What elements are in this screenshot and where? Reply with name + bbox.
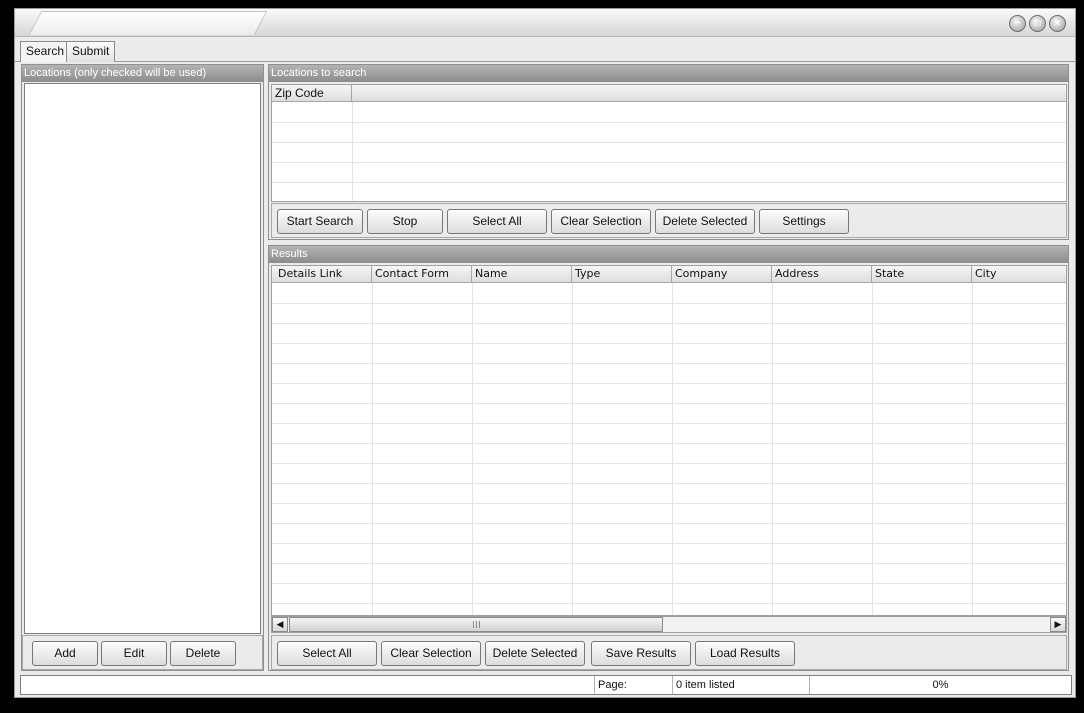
add-button[interactable]: Add: [32, 641, 98, 666]
status-item-count: 0 item listed: [672, 676, 809, 694]
results-table-header: Details Link Contact Form Name Type Comp…: [272, 266, 1066, 283]
settings-button[interactable]: Settings: [759, 209, 849, 234]
column-header-contact-form[interactable]: Contact Form: [372, 266, 472, 283]
row-divider: [272, 343, 1066, 344]
column-divider: [352, 102, 353, 201]
status-progress: 0%: [809, 676, 1071, 694]
clear-selection-button[interactable]: Clear Selection: [551, 209, 651, 234]
row-divider: [272, 503, 1066, 504]
column-header-empty[interactable]: [352, 85, 1066, 102]
scrollbar-grip: [479, 621, 480, 628]
tab-submit[interactable]: Submit: [66, 41, 116, 62]
status-bar: Page: 0 item listed 0%: [20, 675, 1072, 695]
column-header-state[interactable]: State: [872, 266, 972, 283]
app-window: − □ × Search Submit Locations (only chec…: [14, 8, 1076, 698]
scroll-right-icon: ▶: [1054, 619, 1062, 629]
locations-to-search-panel: Locations to search Zip Code Start Searc…: [268, 64, 1069, 240]
close-icon: ×: [1054, 17, 1061, 29]
results-select-all-button[interactable]: Select All: [277, 641, 377, 666]
row-divider: [272, 403, 1066, 404]
row-divider: [272, 303, 1066, 304]
row-divider: [272, 543, 1066, 544]
locations-to-search-title: Locations to search: [269, 65, 1068, 82]
results-table[interactable]: Details Link Contact Form Name Type Comp…: [271, 265, 1067, 616]
delete-button[interactable]: Delete: [170, 641, 236, 666]
window-title-tab: [28, 11, 268, 35]
row-divider: [272, 383, 1066, 384]
load-results-button[interactable]: Load Results: [695, 641, 795, 666]
row-divider: [272, 463, 1066, 464]
status-page-label: Page:: [594, 676, 672, 694]
scrollbar-thumb[interactable]: [289, 617, 663, 632]
row-divider: [272, 563, 1066, 564]
locations-button-bar: Add Edit Delete: [22, 635, 263, 670]
maximize-icon: □: [1034, 17, 1041, 29]
column-divider: [972, 283, 973, 615]
tab-search[interactable]: Search: [20, 41, 71, 62]
title-bar: − □ ×: [15, 9, 1075, 37]
save-results-button[interactable]: Save Results: [591, 641, 691, 666]
edit-button[interactable]: Edit: [101, 641, 167, 666]
row-divider: [272, 483, 1066, 484]
row-divider: [272, 122, 1066, 123]
column-divider: [772, 283, 773, 615]
zip-code-table-header: Zip Code: [272, 85, 1066, 102]
column-header-city[interactable]: City: [972, 266, 1066, 283]
row-divider: [272, 443, 1066, 444]
row-divider: [272, 323, 1066, 324]
locations-panel-title: Locations (only checked will be used): [22, 65, 263, 82]
results-panel: Results Details Link Contact Form Name T…: [268, 245, 1069, 671]
minimize-icon: −: [1014, 17, 1021, 29]
scroll-left-icon: ◀: [276, 619, 284, 629]
close-button[interactable]: ×: [1049, 15, 1066, 32]
search-button-bar: Start Search Stop Select All Clear Selec…: [271, 203, 1067, 238]
results-horizontal-scrollbar[interactable]: ◀ ▶: [271, 616, 1067, 633]
column-header-name[interactable]: Name: [472, 266, 572, 283]
column-header-company[interactable]: Company: [672, 266, 772, 283]
column-header-type[interactable]: Type: [572, 266, 672, 283]
column-header-details-link[interactable]: Details Link: [272, 266, 372, 283]
locations-panel: Locations (only checked will be used) Ad…: [21, 64, 264, 671]
row-divider: [272, 603, 1066, 604]
row-divider: [272, 363, 1066, 364]
scroll-left-button[interactable]: ◀: [272, 617, 288, 632]
minimize-button[interactable]: −: [1009, 15, 1026, 32]
column-header-zip-code[interactable]: Zip Code: [272, 85, 352, 102]
tab-bar: Search Submit: [15, 38, 1075, 62]
column-divider: [872, 283, 873, 615]
results-panel-title: Results: [269, 246, 1068, 263]
scrollbar-grip: [473, 621, 474, 628]
start-search-button[interactable]: Start Search: [277, 209, 363, 234]
column-divider: [572, 283, 573, 615]
row-divider: [272, 583, 1066, 584]
results-clear-selection-button[interactable]: Clear Selection: [381, 641, 481, 666]
stop-button[interactable]: Stop: [367, 209, 443, 234]
results-delete-selected-button[interactable]: Delete Selected: [485, 641, 585, 666]
row-divider: [272, 142, 1066, 143]
column-divider: [672, 283, 673, 615]
row-divider: [272, 182, 1066, 183]
row-divider: [272, 523, 1066, 524]
row-divider: [272, 162, 1066, 163]
scroll-right-button[interactable]: ▶: [1050, 617, 1066, 632]
results-button-bar: Select All Clear Selection Delete Select…: [271, 635, 1067, 670]
scrollbar-grip: [476, 621, 477, 628]
locations-list[interactable]: [24, 83, 261, 634]
select-all-button[interactable]: Select All: [447, 209, 547, 234]
maximize-button[interactable]: □: [1029, 15, 1046, 32]
delete-selected-button[interactable]: Delete Selected: [655, 209, 755, 234]
column-divider: [472, 283, 473, 615]
column-header-address[interactable]: Address: [772, 266, 872, 283]
column-divider: [372, 283, 373, 615]
zip-code-table[interactable]: Zip Code: [271, 84, 1067, 202]
row-divider: [272, 423, 1066, 424]
